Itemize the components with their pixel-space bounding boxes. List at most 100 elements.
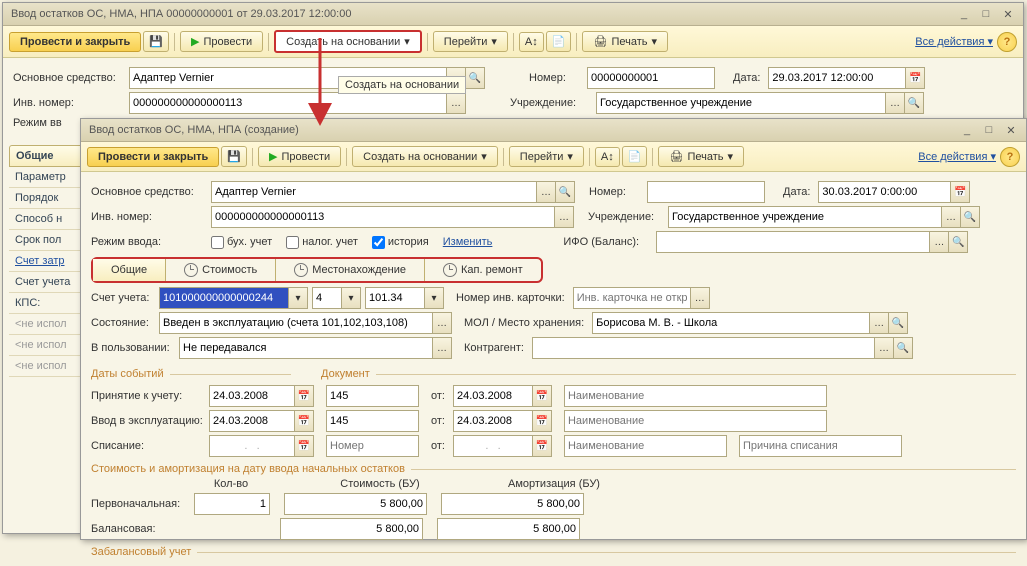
account-sub1-input[interactable]: [312, 287, 342, 309]
lookup-button[interactable]: 🔍: [556, 181, 575, 203]
lookup-button[interactable]: 🔍: [889, 312, 908, 334]
side-tab-params[interactable]: Параметр: [9, 167, 87, 188]
writeoff-name-input[interactable]: [564, 435, 727, 457]
ellipsis-button[interactable]: …: [930, 231, 949, 253]
lookup-button[interactable]: 🔍: [961, 206, 980, 228]
side-tab-method[interactable]: Способ н: [9, 209, 87, 230]
calendar-icon[interactable]: 📅: [533, 385, 552, 407]
writeoff-reason-input[interactable]: [739, 435, 902, 457]
ellipsis-button[interactable]: …: [433, 337, 452, 359]
comm-name-input[interactable]: [564, 410, 827, 432]
side-tab-costacct[interactable]: Счет затр: [9, 251, 87, 272]
side-tab-term[interactable]: Срок пол: [9, 230, 87, 251]
accept-date-input[interactable]: [209, 385, 295, 407]
accept-doc-input[interactable]: [326, 385, 419, 407]
minimize-icon[interactable]: _: [960, 123, 974, 137]
ellipsis-button[interactable]: …: [870, 312, 889, 334]
subtab-general[interactable]: Общие: [93, 259, 166, 281]
ellipsis-button[interactable]: …: [555, 206, 574, 228]
sort-button[interactable]: A↕: [595, 147, 620, 167]
post-and-close-button[interactable]: Провести и закрыть: [9, 32, 141, 52]
amort-initial-input[interactable]: [441, 493, 584, 515]
number-input[interactable]: [587, 67, 715, 89]
print-button[interactable]: 🖨 Печать ▾: [658, 146, 744, 167]
qty-input[interactable]: [194, 493, 270, 515]
side-tab-order[interactable]: Порядок: [9, 188, 87, 209]
side-tab-unused-1[interactable]: <не испол: [9, 314, 87, 335]
goto-button[interactable]: Перейти ▾: [433, 31, 508, 52]
post-button[interactable]: ▶Провести: [180, 31, 263, 52]
side-tab-unused-3[interactable]: <не испол: [9, 356, 87, 377]
ellipsis-button[interactable]: …: [691, 287, 710, 309]
print-button[interactable]: 🖨 Печать ▾: [582, 31, 668, 52]
comm-date-input[interactable]: [209, 410, 295, 432]
dropdown-button[interactable]: ▾: [425, 287, 444, 309]
ellipsis-button[interactable]: …: [886, 92, 905, 114]
calendar-icon[interactable]: 📅: [295, 385, 314, 407]
report-button[interactable]: 📄: [546, 31, 572, 52]
lookup-button[interactable]: 🔍: [894, 337, 913, 359]
asset-input[interactable]: [211, 181, 537, 203]
cost-balance-input[interactable]: [280, 518, 423, 540]
accept-from-input[interactable]: [453, 385, 533, 407]
calendar-icon[interactable]: 📅: [295, 410, 314, 432]
inv-no-input[interactable]: [129, 92, 447, 114]
date-input[interactable]: [768, 67, 906, 89]
lookup-button[interactable]: 🔍: [466, 67, 485, 89]
create-from-button[interactable]: Создать на основании ▾: [274, 30, 422, 53]
sort-button[interactable]: A↕: [519, 32, 544, 52]
post-button[interactable]: ▶Провести: [258, 146, 341, 167]
tax-check[interactable]: налог. учет: [286, 236, 358, 249]
dropdown-button[interactable]: ▾: [289, 287, 308, 309]
comm-doc-input[interactable]: [326, 410, 419, 432]
amort-balance-input[interactable]: [437, 518, 580, 540]
side-tab-unused-2[interactable]: <не испол: [9, 335, 87, 356]
ellipsis-button[interactable]: …: [875, 337, 894, 359]
account-input[interactable]: [159, 287, 289, 309]
all-actions-link[interactable]: Все действия ▾: [915, 35, 993, 48]
writeoff-date-input[interactable]: [209, 435, 295, 457]
create-from-button[interactable]: Создать на основании ▾: [352, 146, 498, 167]
side-tab-acct[interactable]: Счет учета: [9, 272, 87, 293]
side-tab-general[interactable]: Общие: [9, 145, 87, 167]
inv-card-input[interactable]: [573, 287, 691, 309]
history-check[interactable]: история: [372, 236, 429, 249]
close-icon[interactable]: ✕: [1004, 123, 1018, 137]
inv-no-input[interactable]: [211, 206, 555, 228]
writeoff-doc-input[interactable]: [326, 435, 419, 457]
ellipsis-button[interactable]: …: [537, 181, 556, 203]
account-sub2-input[interactable]: [365, 287, 425, 309]
ellipsis-button[interactable]: …: [447, 92, 466, 114]
counterparty-input[interactable]: [532, 337, 875, 359]
all-actions-link[interactable]: Все действия ▾: [918, 150, 996, 163]
save-button[interactable]: 💾: [143, 31, 169, 52]
ellipsis-button[interactable]: …: [433, 312, 452, 334]
close-icon[interactable]: ✕: [1001, 7, 1015, 21]
lookup-button[interactable]: 🔍: [949, 231, 968, 253]
calendar-icon[interactable]: 📅: [906, 67, 925, 89]
help-icon[interactable]: ?: [997, 32, 1017, 52]
date-input[interactable]: [818, 181, 951, 203]
mol-input[interactable]: [592, 312, 870, 334]
org-input[interactable]: [668, 206, 942, 228]
save-button[interactable]: 💾: [221, 146, 247, 167]
lookup-button[interactable]: 🔍: [905, 92, 924, 114]
in-use-input[interactable]: [179, 337, 433, 359]
report-button[interactable]: 📄: [622, 146, 648, 167]
maximize-icon[interactable]: □: [979, 7, 993, 21]
dropdown-button[interactable]: ▾: [342, 287, 361, 309]
accept-name-input[interactable]: [564, 385, 827, 407]
change-link[interactable]: Изменить: [443, 236, 493, 248]
help-icon[interactable]: ?: [1000, 147, 1020, 167]
calendar-icon[interactable]: 📅: [533, 435, 552, 457]
buh-check[interactable]: бух. учет: [211, 236, 272, 249]
post-and-close-button[interactable]: Провести и закрыть: [87, 147, 219, 167]
org-input[interactable]: [596, 92, 886, 114]
subtab-location[interactable]: Местонахождение: [276, 259, 425, 281]
cost-initial-input[interactable]: [284, 493, 427, 515]
number-input[interactable]: [647, 181, 765, 203]
minimize-icon[interactable]: _: [957, 7, 971, 21]
calendar-icon[interactable]: 📅: [295, 435, 314, 457]
subtab-repair[interactable]: Кап. ремонт: [425, 259, 541, 281]
goto-button[interactable]: Перейти ▾: [509, 146, 584, 167]
